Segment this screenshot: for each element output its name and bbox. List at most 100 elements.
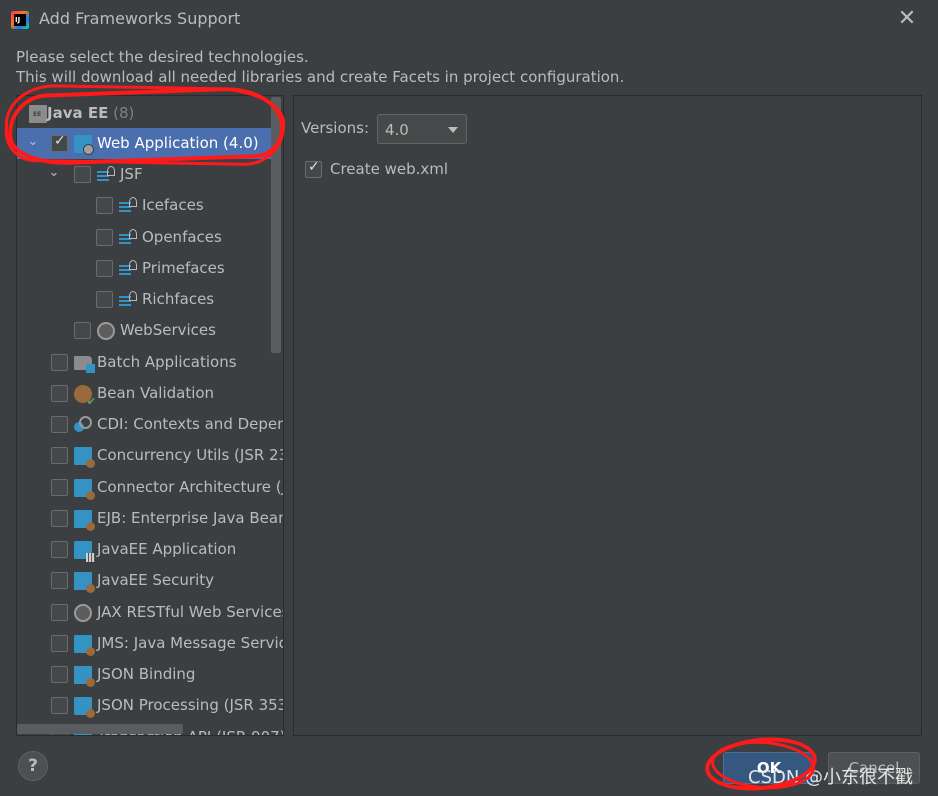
tree-item-label: JMS: Java Message Service bbox=[97, 634, 284, 652]
tree-item-label: Icefaces bbox=[142, 196, 204, 214]
tree-item-javaee-security[interactable]: JavaEE Security bbox=[17, 565, 273, 596]
connector-architecture-checkbox[interactable] bbox=[51, 479, 68, 496]
csdn-watermark: CSDN @小东很不戳 bbox=[748, 767, 914, 788]
title-bar: IJ Add Frameworks Support ✕ bbox=[0, 0, 938, 40]
tree-item-label: JSON Processing (JSR 353) bbox=[97, 696, 284, 714]
tree-item-jms[interactable]: JMS: Java Message Service bbox=[17, 628, 283, 659]
batch-folder-icon bbox=[74, 356, 95, 373]
tree-horizontal-scrollbar[interactable] bbox=[17, 724, 183, 734]
javaee-application-icon bbox=[74, 541, 95, 562]
tree-item-label: Richfaces bbox=[142, 290, 215, 308]
ejb-checkbox[interactable] bbox=[51, 510, 68, 527]
tree-item-label: Concurrency Utils (JSR 236) bbox=[97, 446, 284, 464]
tree-item-web-application[interactable]: ⌄ Web Application (4.0) bbox=[17, 128, 273, 159]
tree-item-bean-validation[interactable]: Bean Validation bbox=[17, 378, 273, 409]
versions-dropdown[interactable]: 4.0 bbox=[377, 114, 467, 144]
description-line-2: This will download all needed libraries … bbox=[16, 68, 625, 86]
tree-item-label: CDI: Contexts and Dependency Injection bbox=[97, 415, 284, 433]
tree-item-label: Primefaces bbox=[142, 259, 225, 277]
versions-label: Versions: bbox=[301, 119, 370, 137]
bean-validation-icon bbox=[74, 385, 96, 408]
tree-item-json-processing[interactable]: JSON Processing (JSR 353) bbox=[17, 690, 283, 721]
description-line-1: Please select the desired technologies. bbox=[16, 48, 309, 66]
tree-item-webservices[interactable]: WebServices bbox=[17, 315, 273, 346]
jsf-icon bbox=[119, 260, 137, 278]
chevron-down-icon[interactable]: ⌄ bbox=[26, 135, 40, 149]
cdi-icon bbox=[74, 416, 92, 434]
tree-item-label: JSON Binding bbox=[97, 665, 196, 683]
tree-item-richfaces[interactable]: Richfaces bbox=[17, 284, 273, 315]
tree-item-icefaces[interactable]: Icefaces bbox=[17, 190, 273, 221]
tree-item-label: JavaEE Security bbox=[97, 571, 215, 589]
tree-item-concurrency-utils[interactable]: Concurrency Utils (JSR 236) bbox=[17, 440, 283, 471]
tree-item-label: WebServices bbox=[120, 321, 216, 339]
javaee-module-icon bbox=[74, 666, 95, 687]
json-binding-checkbox[interactable] bbox=[51, 666, 68, 683]
web-application-checkbox[interactable] bbox=[51, 133, 68, 152]
tree-item-label: Web Application (4.0) bbox=[97, 134, 259, 152]
javaee-application-checkbox[interactable] bbox=[51, 541, 68, 558]
tree-item-cdi[interactable]: CDI: Contexts and Dependency Injection bbox=[17, 409, 283, 440]
jsf-icon bbox=[119, 229, 137, 247]
intellij-logo-icon: IJ bbox=[11, 11, 29, 29]
tree-item-jsf[interactable]: ⌄ JSF bbox=[17, 159, 273, 190]
jsf-icon bbox=[119, 197, 137, 215]
web-module-icon bbox=[74, 135, 94, 155]
dialog-title: Add Frameworks Support bbox=[39, 9, 241, 28]
jms-checkbox[interactable] bbox=[51, 635, 68, 652]
javaee-module-icon bbox=[74, 572, 95, 593]
tree-item-connector-architecture[interactable]: Connector Architecture (JSR 322) bbox=[17, 472, 283, 503]
concurrency-utils-checkbox[interactable] bbox=[51, 447, 68, 464]
jsf-icon bbox=[97, 166, 115, 184]
frameworks-tree[interactable]: Java EE (8) ⌄ Web Application (4.0) ⌄ JS… bbox=[16, 95, 284, 736]
tree-item-jax-rest[interactable]: JAX RESTful Web Services bbox=[17, 597, 283, 628]
tree-item-label: Bean Validation bbox=[97, 384, 215, 402]
javaee-icon bbox=[29, 105, 47, 123]
tree-item-batch-applications[interactable]: Batch Applications bbox=[17, 347, 273, 378]
create-webxml-label[interactable]: Create web.xml bbox=[330, 160, 448, 178]
group-count: (8) bbox=[113, 104, 135, 122]
versions-value: 4.0 bbox=[385, 121, 409, 139]
tree-item-json-binding[interactable]: JSON Binding bbox=[17, 659, 273, 690]
globe-icon bbox=[74, 604, 92, 622]
javaee-module-icon bbox=[74, 510, 95, 531]
tree-item-label: Batch Applications bbox=[97, 353, 237, 371]
globe-icon bbox=[97, 322, 115, 340]
primefaces-checkbox[interactable] bbox=[96, 260, 113, 277]
dropdown-arrow-icon bbox=[448, 127, 458, 133]
create-webxml-checkbox[interactable] bbox=[305, 159, 322, 178]
tree-item-ejb[interactable]: EJB: Enterprise Java Beans bbox=[17, 503, 283, 534]
richfaces-checkbox[interactable] bbox=[96, 291, 113, 308]
bean-validation-checkbox[interactable] bbox=[51, 385, 68, 402]
tree-group-javaee[interactable]: Java EE (8) bbox=[17, 98, 273, 129]
javaee-security-checkbox[interactable] bbox=[51, 572, 68, 589]
tree-item-label: JavaEE Application bbox=[97, 540, 237, 558]
close-icon[interactable]: ✕ bbox=[894, 6, 920, 32]
jsf-checkbox[interactable] bbox=[74, 166, 91, 183]
tree-vertical-scrollbar[interactable] bbox=[271, 97, 281, 353]
tree-item-javaee-application[interactable]: JavaEE Application bbox=[17, 534, 273, 565]
tree-item-label: JAX RESTful Web Services bbox=[97, 603, 284, 621]
javaee-module-icon bbox=[74, 697, 95, 718]
json-processing-checkbox[interactable] bbox=[51, 697, 68, 714]
tree-item-label: Connector Architecture (JSR 322) bbox=[97, 478, 283, 496]
tree-item-openfaces[interactable]: Openfaces bbox=[17, 222, 273, 253]
jsf-icon bbox=[119, 291, 137, 309]
tree-item-label: Openfaces bbox=[142, 228, 222, 246]
jax-rest-checkbox[interactable] bbox=[51, 604, 68, 621]
tree-item-label: EJB: Enterprise Java Beans bbox=[97, 509, 284, 527]
help-button[interactable]: ? bbox=[18, 751, 48, 781]
chevron-down-icon[interactable]: ⌄ bbox=[47, 166, 61, 180]
javaee-module-icon bbox=[74, 479, 95, 500]
javaee-module-icon bbox=[74, 635, 95, 656]
batch-applications-checkbox[interactable] bbox=[51, 354, 68, 371]
tree-item-label: JSF bbox=[120, 165, 143, 183]
cdi-checkbox[interactable] bbox=[51, 416, 68, 433]
openfaces-checkbox[interactable] bbox=[96, 229, 113, 246]
group-label: Java EE bbox=[47, 104, 109, 122]
tree-item-primefaces[interactable]: Primefaces bbox=[17, 253, 273, 284]
javaee-module-icon bbox=[74, 447, 95, 468]
icefaces-checkbox[interactable] bbox=[96, 197, 113, 214]
framework-settings-panel bbox=[293, 95, 922, 736]
webservices-checkbox[interactable] bbox=[74, 322, 91, 339]
